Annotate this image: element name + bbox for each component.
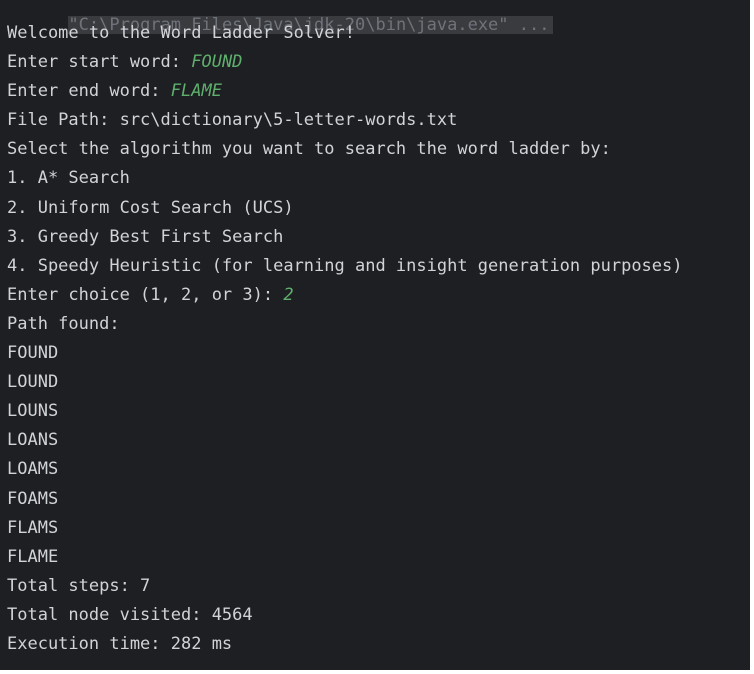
path-word: FOAMS: [7, 488, 59, 509]
start-word-input: FOUND: [191, 52, 243, 73]
path-found-line: Path found:: [7, 313, 120, 334]
total-nodes-line: Total node visited: 4564: [7, 604, 253, 625]
end-word-input: FLAME: [170, 81, 222, 102]
option-greedy: 3. Greedy Best First Search: [7, 226, 284, 247]
select-algorithm-line: Select the algorithm you want to search …: [7, 139, 611, 160]
path-word: FOUND: [7, 343, 59, 364]
option-a-star: 1. A* Search: [7, 168, 130, 189]
path-word: LOAMS: [7, 459, 59, 480]
start-word-line: Enter start word: FOUND: [7, 48, 750, 77]
run-console[interactable]: "C:\Program Files\Java\jdk-20\bin\java.e…: [0, 0, 750, 670]
path-word: FLAMS: [7, 517, 59, 538]
end-word-prompt: Enter end word:: [7, 81, 171, 102]
execution-time-line: Execution time: 282 ms: [7, 633, 233, 654]
console-output: "C:\Program Files\Java\jdk-20\bin\java.e…: [7, 0, 750, 659]
file-path-line: File Path: src\dictionary\5-letter-words…: [7, 110, 458, 131]
path-word: FLAME: [7, 546, 59, 567]
path-word: LOUNS: [7, 401, 59, 422]
command-line: "C:\Program Files\Java\jdk-20\bin\java.e…: [0, 0, 750, 34]
total-steps-line: Total steps: 7: [7, 575, 151, 596]
choice-line: Enter choice (1, 2, or 3): 2: [7, 281, 750, 310]
path-word: LOANS: [7, 430, 59, 451]
choice-prompt: Enter choice (1, 2, or 3):: [7, 284, 284, 305]
start-word-prompt: Enter start word:: [7, 52, 192, 73]
option-ucs: 2. Uniform Cost Search (UCS): [7, 197, 294, 218]
path-word: LOUND: [7, 372, 59, 393]
choice-input: 2: [283, 284, 294, 305]
end-word-line: Enter end word: FLAME: [7, 77, 750, 106]
option-speedy: 4. Speedy Heuristic (for learning and in…: [7, 255, 683, 276]
